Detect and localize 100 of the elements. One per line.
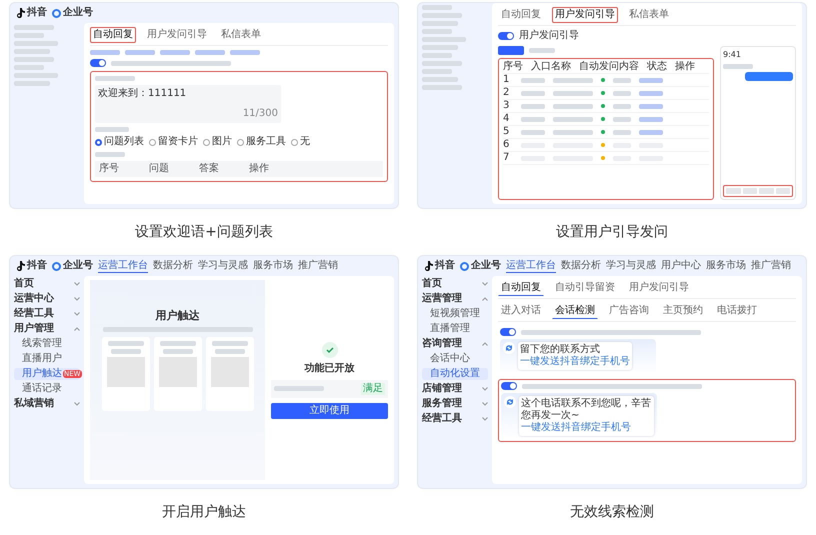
sidebar-item[interactable]: 线索管理 (14, 338, 80, 350)
tab[interactable]: 自动回复 (90, 27, 136, 43)
question-chip[interactable] (776, 188, 790, 194)
nav-item[interactable]: 推广营销 (751, 260, 791, 272)
blurred-text (110, 349, 141, 354)
blurred-text (422, 45, 458, 50)
tab[interactable]: 用户发问引导 (626, 280, 692, 296)
row-number: 7 (503, 152, 510, 164)
sidebar-group[interactable]: 店铺管理 (422, 383, 488, 395)
blurred-text (160, 50, 190, 55)
tab[interactable]: 广告咨询 (606, 303, 652, 319)
image-placeholder (158, 357, 197, 387)
nav-item[interactable]: 学习与灵感 (606, 260, 656, 272)
radio-option[interactable]: 图片 (203, 136, 232, 148)
nav-item[interactable]: 服务市场 (706, 260, 746, 272)
image-placeholder (106, 357, 145, 387)
sidebar-item[interactable]: 自动化设置 (422, 368, 488, 380)
sidebar-item[interactable]: 通话记录 (14, 383, 80, 395)
radio-option[interactable]: 留资卡片 (149, 136, 198, 148)
nav-item[interactable]: 推广营销 (298, 260, 338, 272)
tab[interactable]: 用户发问引导 (552, 7, 618, 23)
text-area[interactable]: 欢迎来到：111111 11/300 (95, 85, 281, 123)
logo-text: 抖音 (435, 260, 455, 272)
toggle-switch[interactable] (90, 59, 106, 67)
brand-text: 企业号 (471, 260, 501, 272)
tab[interactable]: 自动回复 (498, 7, 544, 23)
blurred-text (553, 104, 593, 108)
nav-item[interactable]: 数据分析 (153, 260, 193, 272)
brand-text: 企业号 (63, 7, 93, 19)
toggle-switch[interactable] (500, 328, 516, 336)
tab[interactable]: 电话拨打 (714, 303, 760, 319)
column-header: 自动发问内容 (579, 61, 639, 73)
sidebar-group[interactable]: 咨询管理 (422, 338, 488, 350)
sidebar-group[interactable]: 运营中心 (14, 293, 80, 305)
row-number: 2 (503, 87, 510, 99)
blurred-text (521, 78, 545, 82)
blurred-text (422, 53, 452, 58)
bot-avatar-icon (504, 396, 516, 408)
column-header: 操作 (249, 163, 269, 175)
sidebar-group[interactable]: 运营管理 (422, 293, 488, 305)
sidebar-group[interactable]: 用户管理 (14, 323, 80, 335)
blurred-text (95, 127, 129, 132)
nav-item[interactable]: 运营工作台 (98, 260, 148, 272)
nav-item[interactable]: 学习与灵感 (198, 260, 248, 272)
tab[interactable]: 会话检测 (552, 303, 598, 319)
phone-time: 9:41 (723, 49, 742, 61)
brand-icon (52, 8, 61, 18)
tab[interactable]: 用户发问引导 (144, 27, 210, 43)
chevron-icon (482, 417, 488, 421)
use-now-button[interactable]: 立即使用 (271, 402, 388, 418)
caption: 设置欢迎语+问题列表 (135, 223, 273, 241)
question-chip[interactable] (726, 188, 740, 194)
column-header: 操作 (675, 61, 695, 73)
tab[interactable]: 私信表单 (626, 7, 672, 23)
sidebar-group[interactable]: 服务管理 (422, 398, 488, 410)
sidebar-group[interactable]: 经营工具 (422, 413, 488, 425)
toggle-switch[interactable] (498, 32, 514, 40)
nav-item[interactable]: 数据分析 (561, 260, 601, 272)
chat-link[interactable]: 一键发送抖音绑定手机号 (520, 356, 630, 368)
sidebar-group[interactable]: 首页 (14, 278, 80, 290)
radio-option[interactable]: 无 (291, 136, 310, 148)
chevron-icon (74, 327, 80, 331)
toggle-switch[interactable] (501, 382, 517, 390)
sidebar-group[interactable]: 经营工具 (14, 308, 80, 320)
tab[interactable]: 私信表单 (218, 27, 264, 43)
sidebar-item[interactable]: 会话中心 (422, 353, 488, 365)
nav-item[interactable]: 服务市场 (253, 260, 293, 272)
tab[interactable]: 主页预约 (660, 303, 706, 319)
tab[interactable]: 自动回复 (498, 280, 544, 296)
sidebar-item[interactable]: 直播管理 (422, 323, 488, 335)
blurred-text (613, 78, 631, 82)
nav-item[interactable]: 用户中心 (661, 260, 701, 272)
question-chip[interactable] (742, 188, 757, 194)
question-chip[interactable] (759, 188, 774, 194)
column-header: 序号 (99, 163, 119, 175)
row-number: 1 (503, 74, 510, 86)
brand-icon (52, 262, 61, 270)
sidebar-item[interactable]: 直播用户 (14, 353, 80, 365)
new-button[interactable] (498, 46, 524, 55)
sidebar-group[interactable]: 首页 (422, 278, 488, 290)
blurred-text (521, 90, 545, 96)
blurred-text (422, 77, 458, 82)
blurred-text (639, 90, 663, 96)
tab[interactable]: 进入对话 (498, 303, 544, 319)
radio-option[interactable]: 服务工具 (237, 136, 286, 148)
blurred-text (639, 78, 663, 82)
nav-item[interactable]: 运营工作台 (506, 260, 556, 272)
blurred-text (422, 69, 452, 74)
chevron-icon (482, 387, 488, 391)
blurred-text (422, 29, 452, 34)
sidebar-item[interactable]: 短视频管理 (422, 308, 488, 320)
chat-link[interactable]: 一键发送抖音绑定手机号 (521, 422, 652, 434)
sidebar-group[interactable]: 私域营销 (14, 398, 80, 410)
chat-bubble (745, 72, 793, 81)
row-number: 5 (503, 126, 510, 138)
tab[interactable]: 自动引导留资 (552, 280, 618, 296)
blurred-text (274, 386, 324, 391)
column-header: 入口名称 (531, 61, 571, 73)
chevron-icon (74, 402, 80, 406)
radio-option[interactable]: 问题列表 (95, 136, 144, 148)
